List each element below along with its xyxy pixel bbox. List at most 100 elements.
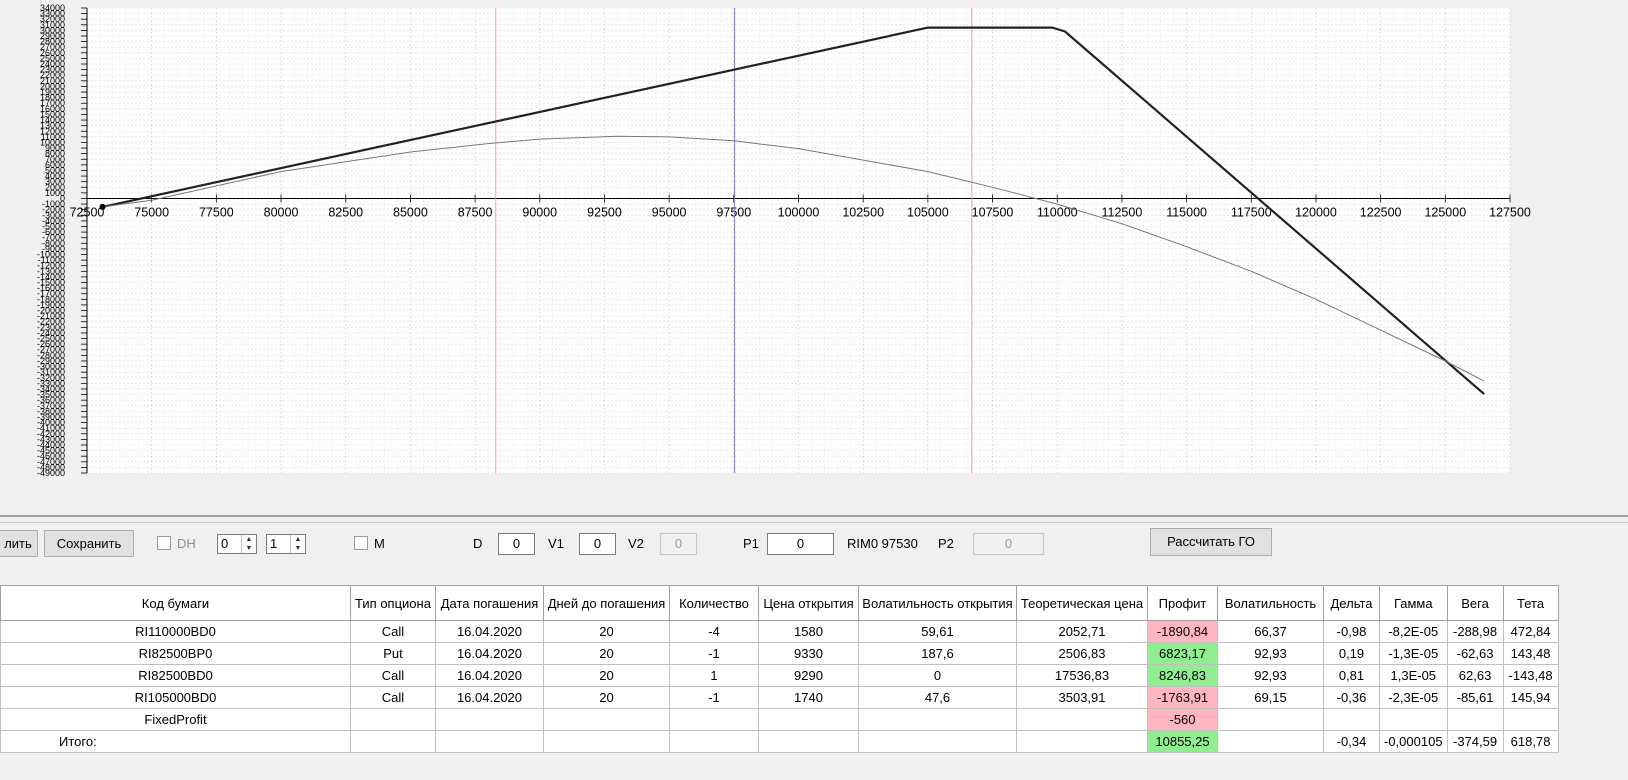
table-row[interactable]: RI82500BP0 Put 16.04.2020 20 -1 9330 187,6 2506…: [0, 642, 1559, 665]
table-cell[interactable]: 618,78: [1502, 730, 1559, 753]
table-cell[interactable]: [1446, 708, 1504, 731]
table-cell[interactable]: 1740: [758, 686, 859, 709]
table-row[interactable]: RI110000BD0 Call 16.04.2020 20 -4 1580 59,61 20…: [0, 620, 1559, 643]
v1-input[interactable]: 0: [579, 533, 616, 555]
table-cell[interactable]: 9290: [758, 664, 859, 687]
table-cell[interactable]: -0,000105: [1379, 730, 1448, 753]
column-header[interactable]: Волатильность открытия: [858, 585, 1017, 621]
table-cell[interactable]: RI105000BD0: [0, 686, 351, 709]
table-cell[interactable]: [435, 730, 544, 753]
m-checkbox[interactable]: [354, 536, 368, 550]
column-header[interactable]: Тип опциона: [350, 585, 436, 621]
table-cell[interactable]: 62,63: [1446, 664, 1504, 687]
table-cell[interactable]: 20: [543, 664, 670, 687]
table-cell[interactable]: [1016, 708, 1148, 731]
table-cell[interactable]: [1217, 708, 1324, 731]
save-button[interactable]: Сохранить: [44, 530, 134, 557]
column-header[interactable]: Дней до погашения: [543, 585, 670, 621]
table-cell[interactable]: -8,2E-05: [1379, 620, 1448, 643]
table-cell[interactable]: 16.04.2020: [435, 620, 544, 643]
table-cell[interactable]: 1580: [758, 620, 859, 643]
delete-button[interactable]: лить: [0, 530, 38, 557]
spin2-input[interactable]: 1 ▲ ▼: [266, 534, 306, 554]
table-cell[interactable]: [543, 708, 670, 731]
table-cell[interactable]: [1502, 708, 1559, 731]
table-row[interactable]: Итого: 10855,25 -0,34 -0,000105 -374,59 618,7…: [0, 730, 1559, 753]
p1-input[interactable]: 0: [767, 533, 834, 555]
table-cell[interactable]: 143,48: [1502, 642, 1559, 665]
table-cell[interactable]: -0,98: [1323, 620, 1380, 643]
table-cell[interactable]: 10855,25: [1147, 730, 1218, 753]
spin1-input[interactable]: 0 ▲ ▼: [217, 534, 257, 554]
table-cell[interactable]: 16.04.2020: [435, 664, 544, 687]
table-cell[interactable]: [350, 730, 436, 753]
spin2-arrows-icon[interactable]: ▲ ▼: [290, 535, 305, 553]
table-cell[interactable]: 3503,91: [1016, 686, 1148, 709]
table-cell[interactable]: 0: [858, 664, 1017, 687]
table-cell[interactable]: -0,34: [1323, 730, 1380, 753]
column-header[interactable]: Дата погашения: [435, 585, 544, 621]
column-header[interactable]: Код бумаги: [0, 585, 351, 621]
table-cell[interactable]: 2506,83: [1016, 642, 1148, 665]
table-cell[interactable]: 47,6: [858, 686, 1017, 709]
table-cell[interactable]: 20: [543, 642, 670, 665]
table-cell[interactable]: [758, 708, 859, 731]
table-cell[interactable]: 472,84: [1502, 620, 1559, 643]
table-cell[interactable]: 69,15: [1217, 686, 1324, 709]
table-cell[interactable]: -560: [1147, 708, 1218, 731]
table-cell[interactable]: -1763,91: [1147, 686, 1218, 709]
table-cell[interactable]: 20: [543, 686, 670, 709]
table-cell[interactable]: 92,93: [1217, 664, 1324, 687]
table-cell[interactable]: RI82500BD0: [0, 664, 351, 687]
table-cell[interactable]: Put: [350, 642, 436, 665]
table-cell[interactable]: -1: [669, 686, 759, 709]
table-cell[interactable]: [858, 708, 1017, 731]
table-cell[interactable]: [1379, 708, 1448, 731]
table-cell[interactable]: 0,81: [1323, 664, 1380, 687]
table-cell[interactable]: 59,61: [858, 620, 1017, 643]
table-cell[interactable]: 1,3E-05: [1379, 664, 1448, 687]
table-cell[interactable]: [858, 730, 1017, 753]
table-cell[interactable]: 92,93: [1217, 642, 1324, 665]
table-cell[interactable]: 16.04.2020: [435, 642, 544, 665]
table-cell[interactable]: -1,3E-05: [1379, 642, 1448, 665]
table-cell[interactable]: 8246,83: [1147, 664, 1218, 687]
table-cell[interactable]: -1: [669, 642, 759, 665]
column-header[interactable]: Гамма: [1379, 585, 1448, 621]
table-cell[interactable]: RI82500BP0: [0, 642, 351, 665]
column-header[interactable]: Дельта: [1323, 585, 1380, 621]
table-cell[interactable]: 1: [669, 664, 759, 687]
table-cell[interactable]: Call: [350, 620, 436, 643]
table-cell[interactable]: -1890,84: [1147, 620, 1218, 643]
table-cell[interactable]: 16.04.2020: [435, 686, 544, 709]
column-header[interactable]: Количество: [669, 585, 759, 621]
column-header[interactable]: Вега: [1446, 585, 1504, 621]
table-cell[interactable]: 9330: [758, 642, 859, 665]
v2-input[interactable]: 0: [660, 533, 697, 555]
table-cell[interactable]: 66,37: [1217, 620, 1324, 643]
table-row[interactable]: RI105000BD0 Call 16.04.2020 20 -1 1740 47,6 350…: [0, 686, 1559, 709]
table-cell[interactable]: -288,98: [1446, 620, 1504, 643]
table-cell[interactable]: [1217, 730, 1324, 753]
table-cell[interactable]: 6823,17: [1147, 642, 1218, 665]
table-cell[interactable]: Call: [350, 686, 436, 709]
table-cell[interactable]: -0,36: [1323, 686, 1380, 709]
table-cell[interactable]: Итого:: [0, 730, 351, 753]
column-header[interactable]: Профит: [1147, 585, 1218, 621]
table-cell[interactable]: -143,48: [1502, 664, 1559, 687]
table-cell[interactable]: [435, 708, 544, 731]
p2-input[interactable]: 0: [973, 533, 1044, 555]
table-cell[interactable]: [543, 730, 670, 753]
spin1-arrows-icon[interactable]: ▲ ▼: [241, 535, 256, 553]
table-cell[interactable]: [669, 708, 759, 731]
table-cell[interactable]: [350, 708, 436, 731]
table-row[interactable]: FixedProfit -560: [0, 708, 1559, 731]
table-cell[interactable]: [1323, 708, 1380, 731]
column-header[interactable]: Цена открытия: [758, 585, 859, 621]
table-cell[interactable]: [669, 730, 759, 753]
table-cell[interactable]: 145,94: [1502, 686, 1559, 709]
table-cell[interactable]: 2052,71: [1016, 620, 1148, 643]
table-row[interactable]: RI82500BD0 Call 16.04.2020 20 1 9290 0 17536,83…: [0, 664, 1559, 687]
table-cell[interactable]: [1016, 730, 1148, 753]
column-header[interactable]: Теоретическая цена: [1016, 585, 1148, 621]
